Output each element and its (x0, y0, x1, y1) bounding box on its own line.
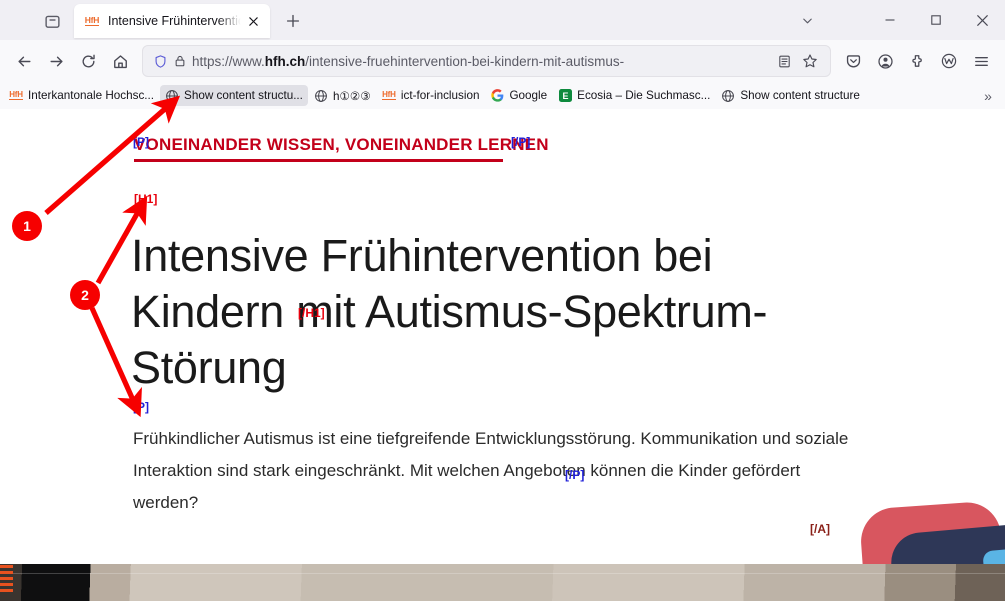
page-lead-paragraph: Frühkindlicher Autismus ist eine tiefgre… (133, 429, 849, 512)
structure-tag-p-close: [/P] (511, 135, 531, 149)
structure-tag-p-open: [P] (133, 135, 149, 149)
structure-tag-a-close: [/A] (810, 522, 830, 536)
bookmarks-overflow-chevron-icon[interactable]: » (975, 85, 1001, 106)
page-content: VONEINANDER WISSEN, VONEINANDER LERNEN [… (0, 109, 1005, 601)
minimize-button[interactable] (867, 0, 913, 40)
tab-title: Intensive Frühintervention bei K (108, 14, 242, 28)
hfh-favicon-icon: HfH (382, 89, 396, 103)
hero-photo-strip (0, 564, 1005, 601)
home-button[interactable] (104, 45, 136, 77)
application-menu-icon[interactable] (965, 45, 997, 77)
hfh-favicon-icon: HfH (9, 89, 23, 103)
kicker-underline (134, 159, 503, 162)
wallabag-extension-icon[interactable] (933, 45, 965, 77)
bookmark-item-show-content-structure-short[interactable]: Show content structu... (160, 85, 308, 106)
annotation-marker-1: 1 (12, 211, 42, 241)
annotation-marker-1-number: 1 (23, 218, 31, 234)
annotation-marker-2-number: 2 (81, 287, 89, 303)
extensions-icon[interactable] (901, 45, 933, 77)
new-tab-button[interactable] (278, 6, 308, 36)
annotation-marker-2: 2 (70, 280, 100, 310)
globe-icon (721, 89, 735, 103)
close-tab-icon[interactable] (244, 12, 262, 30)
bookmark-label: Interkantonale Hochsc... (28, 89, 155, 102)
structure-tag-h1-open: [H1] (134, 192, 158, 206)
toolbar-right-icons (837, 45, 997, 77)
page-kicker: VONEINANDER WISSEN, VONEINANDER LERNEN (134, 135, 549, 154)
bookmark-label: Show content structu... (184, 89, 303, 102)
globe-icon (165, 89, 179, 103)
address-bar-url: https://www.hfh.ch/intensive-fruehinterv… (192, 54, 771, 69)
list-all-tabs-icon[interactable] (787, 0, 827, 40)
back-button[interactable] (8, 45, 40, 77)
bookmark-label: ict-for-inclusion (400, 89, 480, 102)
bookmark-item-show-content-structure[interactable]: Show content structure (716, 85, 865, 106)
firefox-view-button[interactable] (32, 5, 72, 37)
url-path: /intensive-fruehintervention-bei-kindern… (305, 53, 625, 69)
ecosia-icon: E (558, 89, 572, 103)
svg-text:E: E (562, 91, 568, 101)
maximize-button[interactable] (913, 0, 959, 40)
address-bar[interactable]: https://www.hfh.ch/intensive-fruehinterv… (142, 45, 831, 77)
bookmark-item-ecosia[interactable]: E Ecosia – Die Suchmasc... (553, 85, 715, 106)
bookmark-item-google[interactable]: Google (485, 85, 552, 106)
bookmark-label: Google (509, 89, 548, 102)
bookmarks-toolbar: HfH Interkantonale Hochsc... Show conten… (0, 82, 1005, 109)
forward-button[interactable] (40, 45, 72, 77)
hfh-favicon-text: HfH (382, 89, 396, 101)
hfh-favicon-text: HfH (9, 89, 23, 101)
bookmark-label: h①②③ (332, 89, 371, 103)
window-controls (787, 0, 1005, 40)
reload-button[interactable] (72, 45, 104, 77)
padlock-icon[interactable] (170, 51, 190, 71)
bookmark-star-icon[interactable] (797, 48, 823, 74)
hfh-favicon-text: HfH (84, 15, 100, 26)
tracking-protection-shield-icon[interactable] (150, 51, 170, 71)
bookmark-label: Show content structure (740, 89, 860, 102)
tab-strip: HfH Intensive Frühintervention bei K (0, 0, 1005, 40)
browser-tab[interactable]: HfH Intensive Frühintervention bei K (74, 4, 270, 38)
navigation-toolbar: https://www.hfh.ch/intensive-fruehinterv… (0, 40, 1005, 82)
bookmark-label: Ecosia – Die Suchmasc... (577, 89, 711, 102)
structure-tag-p2-close: [/P] (565, 468, 585, 482)
url-host: hfh.ch (264, 53, 306, 69)
structure-tag-p2-open: [P] (133, 400, 149, 414)
account-icon[interactable] (869, 45, 901, 77)
tab-favicon-hfh-icon: HfH (84, 13, 100, 29)
reader-view-icon[interactable] (771, 48, 797, 74)
close-window-button[interactable] (959, 0, 1005, 40)
page-title: Intensive Frühintervention bei Kindern m… (131, 230, 768, 394)
bookmark-item-h123[interactable]: h①②③ (309, 85, 376, 106)
structure-tag-h1-close: [/H1] (298, 306, 325, 320)
decorative-stripes (0, 565, 13, 594)
pocket-save-icon[interactable] (837, 45, 869, 77)
bookmark-item-ict-for-inclusion[interactable]: HfH ict-for-inclusion (377, 85, 485, 106)
google-icon (490, 89, 504, 103)
bookmark-item-interkantonale-hochschule[interactable]: HfH Interkantonale Hochsc... (4, 85, 159, 106)
browser-window: HfH Intensive Frühintervention bei K (0, 0, 1005, 601)
url-scheme: https://www. (192, 53, 265, 69)
globe-icon (314, 89, 328, 103)
